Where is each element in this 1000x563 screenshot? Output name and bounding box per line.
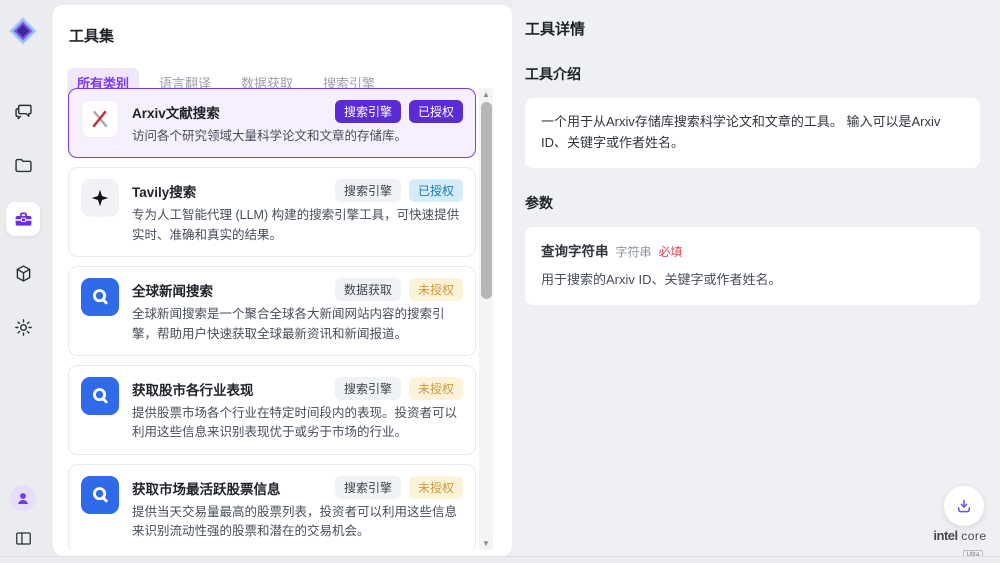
download-button[interactable] xyxy=(944,486,984,526)
param-name: 查询字符串 xyxy=(541,241,609,263)
tool-detail-panel: 工具详情 工具介绍 一个用于从Arxiv存储库搜索科学论文和文章的工具。 输入可… xyxy=(512,0,1000,563)
sidebar-item-settings[interactable] xyxy=(6,310,40,344)
param-description: 用于搜索的Arxiv ID、关键字或作者姓名。 xyxy=(541,270,964,291)
tool-auth-badge: 已授权 xyxy=(409,179,463,202)
tool-auth-badge: 未授权 xyxy=(409,377,463,400)
settings-gear-icon xyxy=(13,317,34,338)
intro-card: 一个用于从Arxiv存储库搜索科学论文和文章的工具。 输入可以是Arxiv ID… xyxy=(525,98,980,168)
tool-category-badge: 搜索引擎 xyxy=(335,179,401,202)
user-avatar[interactable] xyxy=(10,485,36,511)
arxiv-icon xyxy=(89,108,111,130)
chat-icon xyxy=(13,101,34,122)
tool-name: Tavily搜索 xyxy=(132,179,335,201)
toolset-panel: 工具集 所有类别 语言翻译 数据获取 搜索引擎 Arxiv文献搜索 搜索引擎 已… xyxy=(53,5,512,556)
tool-category-badge: 数据获取 xyxy=(335,278,401,301)
tool-auth-badge: 已授权 xyxy=(409,100,463,123)
folder-icon xyxy=(13,155,34,176)
tool-card[interactable]: Arxiv文献搜索 搜索引擎 已授权 访问各个研究领域大量科学论文和文章的存储库… xyxy=(68,88,476,158)
toolbox-icon xyxy=(13,209,34,230)
intro-heading: 工具介绍 xyxy=(525,64,980,84)
tool-category-badge: 搜索引擎 xyxy=(335,100,401,123)
tool-icon xyxy=(81,278,119,316)
intel-wordmark: intel xyxy=(933,528,957,543)
tool-list-scrollbar[interactable]: ▲ ▼ xyxy=(479,88,493,550)
download-icon xyxy=(955,497,973,515)
tool-category-badge: 搜索引擎 xyxy=(335,377,401,400)
sidebar-item-files[interactable] xyxy=(6,148,40,182)
param-required-flag: 必填 xyxy=(659,243,683,262)
tool-card[interactable]: 获取市场最活跃股票信息 搜索引擎 未授权 提供当天交易量最高的股票列表，投资者可… xyxy=(68,464,476,550)
left-icon-rail xyxy=(0,0,46,563)
tool-icon xyxy=(81,377,119,415)
tool-description: 专为人工智能代理 (LLM) 构建的搜索引擎工具，可快速提供实时、准确和真实的结… xyxy=(132,206,460,245)
tool-icon xyxy=(81,476,119,514)
tavily-star-icon xyxy=(89,187,111,209)
tool-icon xyxy=(81,179,119,217)
collapse-panel-button[interactable] xyxy=(10,525,36,551)
sidebar-item-toolbox[interactable] xyxy=(6,202,40,236)
tool-list: Arxiv文献搜索 搜索引擎 已授权 访问各个研究领域大量科学论文和文章的存储库… xyxy=(53,88,512,550)
tool-description: 提供股票市场各个行业在特定时间段内的表现。投资者可以利用这些信息来识别表现优于或… xyxy=(132,404,460,443)
intro-text: 一个用于从Arxiv存储库搜索科学论文和文章的工具。 输入可以是Arxiv ID… xyxy=(541,114,940,150)
tool-name: 获取股市各行业表现 xyxy=(132,377,335,399)
scroll-up-arrow-icon[interactable]: ▲ xyxy=(479,88,493,101)
app-gem-logo xyxy=(8,16,38,46)
tool-name: 获取市场最活跃股票信息 xyxy=(132,476,335,498)
params-heading: 参数 xyxy=(525,193,980,213)
user-avatar-icon xyxy=(15,490,31,506)
scrollbar-thumb[interactable] xyxy=(481,102,492,299)
bottom-edge-strip xyxy=(0,556,1000,563)
detail-title: 工具详情 xyxy=(525,18,980,39)
tool-name: Arxiv文献搜索 xyxy=(132,100,335,122)
tool-card[interactable]: 全球新闻搜索 数据获取 未授权 全球新闻搜索是一个聚合全球各大新闻网站内容的搜索… xyxy=(68,266,476,356)
news-search-icon xyxy=(89,286,111,308)
tool-card[interactable]: 获取股市各行业表现 搜索引擎 未授权 提供股票市场各个行业在特定时间段内的表现。… xyxy=(68,365,476,455)
tool-description: 全球新闻搜索是一个聚合全球各大新闻网站内容的搜索引擎，帮助用户快速获取全球最新资… xyxy=(132,305,460,344)
tool-description: 提供当天交易量最高的股票列表，投资者可以利用这些信息来识别流动性强的股票和潜在的… xyxy=(132,503,460,542)
scroll-down-arrow-icon[interactable]: ▼ xyxy=(479,537,493,550)
stock-sector-icon xyxy=(89,385,111,407)
tool-description: 访问各个研究领域大量科学论文和文章的存储库。 xyxy=(132,127,460,146)
panel-layout-icon xyxy=(14,529,33,548)
param-card: 查询字符串 字符串 必填 用于搜索的Arxiv ID、关键字或作者姓名。 xyxy=(525,227,980,305)
core-wordmark: core xyxy=(961,529,986,543)
tool-auth-badge: 未授权 xyxy=(409,278,463,301)
toolset-title: 工具集 xyxy=(53,5,512,46)
cube-icon xyxy=(13,263,34,284)
tool-name: 全球新闻搜索 xyxy=(132,278,335,300)
tool-category-badge: 搜索引擎 xyxy=(335,476,401,499)
sidebar-item-chat[interactable] xyxy=(6,94,40,128)
tool-icon xyxy=(81,100,119,138)
sidebar-item-models[interactable] xyxy=(6,256,40,290)
tool-card[interactable]: Tavily搜索 搜索引擎 已授权 专为人工智能代理 (LLM) 构建的搜索引擎… xyxy=(68,167,476,257)
active-stocks-icon xyxy=(89,484,111,506)
param-type: 字符串 xyxy=(616,243,652,262)
tool-auth-badge: 未授权 xyxy=(409,476,463,499)
